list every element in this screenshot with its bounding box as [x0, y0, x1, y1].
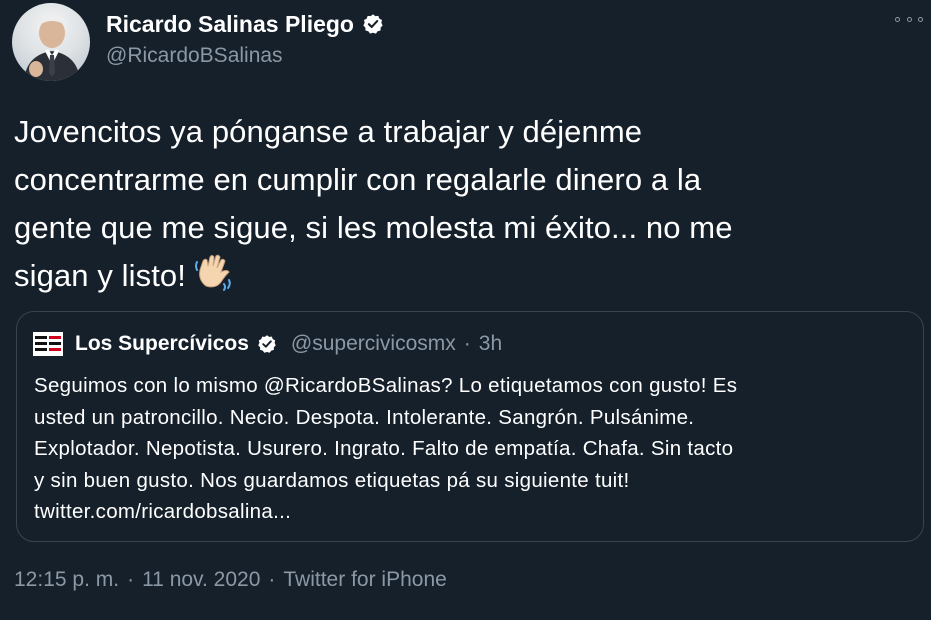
- author-handle[interactable]: @RicardoBSalinas: [106, 44, 384, 68]
- quoted-text-line: y sin buen gusto. Nos guardamos etiqueta…: [34, 468, 630, 492]
- tweet-text-line: concentrarme en cumplir con regalarle di…: [14, 162, 702, 197]
- tweet-text-line-last: sigan y listo!: [14, 252, 914, 306]
- author-display-name[interactable]: Ricardo Salinas Pliego: [106, 11, 354, 38]
- dot-icon: [918, 16, 923, 22]
- avatar[interactable]: [12, 3, 90, 81]
- quoted-tweet-text: Seguimos con lo mismo @RicardoBSalinas? …: [34, 370, 914, 528]
- quoted-handle[interactable]: @supercivicosmx: [291, 332, 456, 356]
- meta-separator: ·: [127, 568, 135, 591]
- quoted-text-line: usted un patroncillo. Necio. Despota. In…: [34, 405, 695, 429]
- tweet-meta: 12:15 p. m. · 11 nov. 2020 · Twitter for…: [14, 568, 447, 592]
- tweet-text-line: Jovencitos ya pónganse a trabajar y déje…: [14, 114, 643, 149]
- quoted-text-line: Seguimos con lo mismo @RicardoBSalinas? …: [34, 374, 738, 397]
- verified-badge-icon: [362, 13, 384, 35]
- waving-hand-icon: [194, 252, 234, 306]
- quoted-tweet[interactable]: Los Supercívicos @supercivicosmx · 3h Se…: [16, 311, 924, 542]
- dot-icon: [895, 16, 900, 22]
- quoted-separator: ·: [463, 332, 471, 355]
- tweet-card: Ricardo Salinas Pliego @RicardoBSalinas …: [0, 0, 931, 620]
- author-names: Ricardo Salinas Pliego @RicardoBSalinas: [106, 11, 384, 68]
- dot-icon: [906, 16, 912, 22]
- meta-separator: ·: [268, 568, 276, 591]
- tweet-text-line: sigan y listo!: [14, 258, 186, 293]
- tweet-header: Ricardo Salinas Pliego @RicardoBSalinas: [12, 0, 384, 84]
- verified-badge-icon: [257, 334, 277, 354]
- tweet-text: Jovencitos ya pónganse a trabajar y déje…: [14, 108, 914, 306]
- quoted-time[interactable]: 3h: [479, 332, 502, 356]
- quoted-tweet-header: Los Supercívicos @supercivicosmx · 3h: [33, 332, 502, 356]
- quoted-display-name[interactable]: Los Supercívicos: [75, 332, 249, 356]
- supercivicos-logo-icon: [33, 332, 63, 356]
- tweet-source-link[interactable]: Twitter for iPhone: [283, 568, 446, 592]
- tweet-time[interactable]: 12:15 p. m.: [14, 568, 119, 592]
- quoted-link[interactable]: twitter.com/ricardobsalina...: [34, 496, 914, 528]
- more-options-icon[interactable]: [895, 10, 923, 28]
- tweet-text-line: gente que me sigue, si les molesta mi éx…: [14, 210, 733, 245]
- tweet-date[interactable]: 11 nov. 2020: [142, 568, 260, 592]
- quoted-text-line: Explotador. Nepotista. Usurero. Ingrato.…: [34, 437, 734, 460]
